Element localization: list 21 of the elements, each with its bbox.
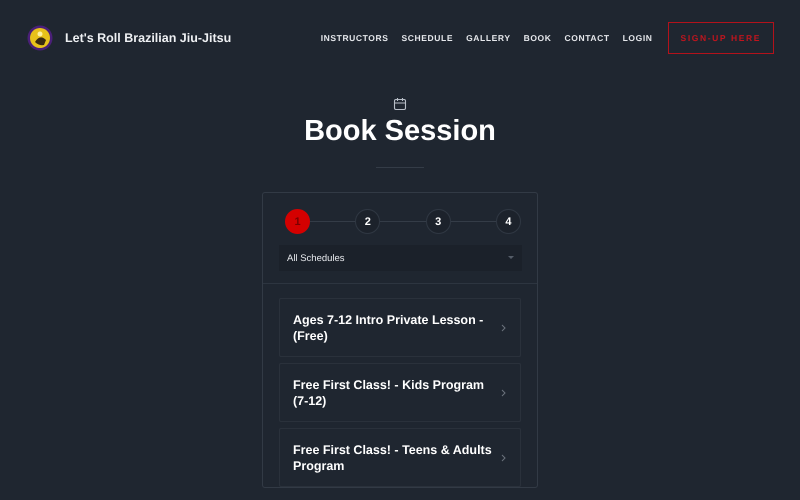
- chevron-right-icon: [501, 388, 506, 396]
- session-option[interactable]: Free First Class! - Kids Program (7-12): [279, 363, 521, 422]
- brand-name[interactable]: Let's Roll Brazilian Jiu-Jitsu: [65, 31, 232, 45]
- session-option[interactable]: Ages 7-12 Intro Private Lesson - (Free): [279, 298, 521, 357]
- nav-link[interactable]: SCHEDULE: [402, 33, 454, 43]
- schedule-dropdown[interactable]: All Schedules: [279, 245, 522, 271]
- step-indicator[interactable]: 3: [426, 209, 451, 234]
- nav-link[interactable]: LOGIN: [622, 33, 653, 43]
- logo-icon[interactable]: [27, 25, 53, 51]
- page-title: Book Session: [304, 115, 496, 148]
- nav-link[interactable]: INSTRUCTORS: [320, 33, 389, 43]
- chevron-right-icon: [501, 454, 506, 462]
- step-indicator[interactable]: 2: [355, 209, 380, 234]
- nav-link[interactable]: BOOK: [524, 33, 552, 43]
- caret-icon: [508, 256, 514, 260]
- chevron-right-icon: [501, 324, 506, 332]
- nav-link[interactable]: GALLERY: [466, 33, 511, 43]
- nav-link[interactable]: CONTACT: [564, 33, 610, 43]
- calendar-icon: [393, 97, 407, 111]
- step-indicator[interactable]: 4: [496, 209, 521, 234]
- session-option[interactable]: Free First Class! - Teens & Adults Program: [279, 428, 521, 487]
